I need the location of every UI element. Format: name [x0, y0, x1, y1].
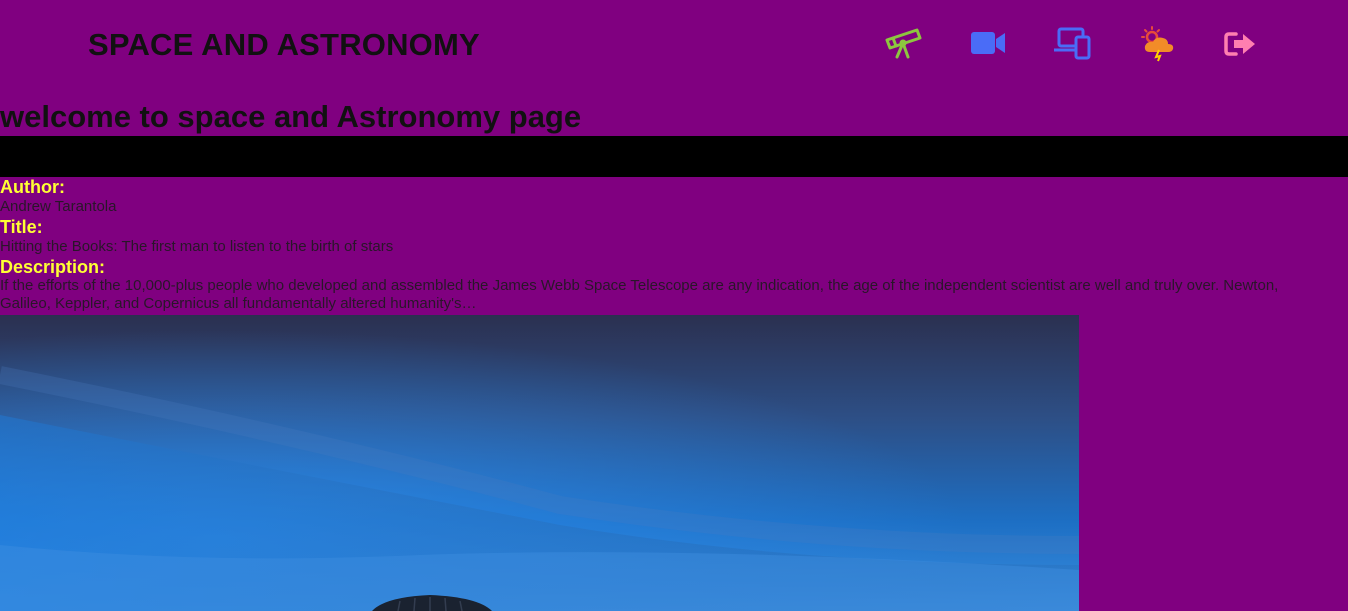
page-heading: welcome to space and Astronomy page: [0, 99, 582, 134]
description-label: Description:: [0, 257, 106, 277]
article-card: Author: Andrew Tarantola Title: Hitting …: [0, 177, 1348, 313]
site-title: SPACE AND ASTRONOMY: [88, 27, 480, 62]
author-label: Author:: [0, 177, 65, 197]
weather-storm-icon[interactable]: [1138, 26, 1178, 62]
title-value: Hitting the Books: The first man to list…: [0, 238, 394, 255]
divider-bar: [0, 136, 1348, 177]
title-label: Title:: [0, 217, 43, 237]
author-value: Andrew Tarantola: [0, 198, 117, 215]
navbar: SPACE AND ASTRONOMY: [0, 0, 1348, 88]
video-camera-icon[interactable]: [969, 26, 1009, 62]
sign-out-icon[interactable]: [1222, 26, 1262, 62]
devices-icon[interactable]: [1053, 26, 1093, 62]
telescope-icon[interactable]: [884, 26, 924, 62]
description-value: If the efforts of the 10,000-plus people…: [0, 277, 1279, 312]
article-image: [0, 315, 1079, 611]
